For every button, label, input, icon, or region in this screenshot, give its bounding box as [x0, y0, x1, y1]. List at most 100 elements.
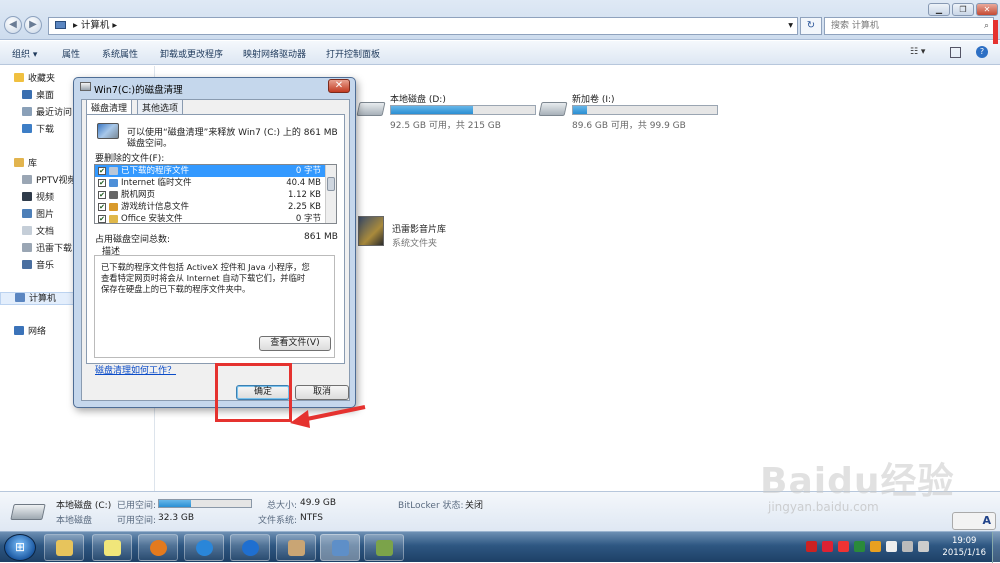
- program-files-icon: [109, 167, 118, 175]
- help-link[interactable]: 磁盘清理如何工作？: [95, 363, 176, 376]
- taskbar-app-orange[interactable]: [138, 534, 178, 561]
- search-input[interactable]: 搜索 计算机 ⌕: [824, 17, 994, 35]
- hard-drive-icon: [10, 504, 46, 520]
- hard-drive-icon: [538, 102, 568, 116]
- search-placeholder: 搜索 计算机: [831, 21, 879, 31]
- tray-icon[interactable]: [886, 541, 897, 552]
- list-item[interactable]: ✔ 脱机网页 1.12 KB: [95, 189, 325, 201]
- view-files-button[interactable]: 查看文件(V): [259, 336, 331, 351]
- drive-d[interactable]: 本地磁盘 (D:) 92.5 GB 可用，共 215 GB: [356, 92, 548, 132]
- properties-button[interactable]: 属性: [62, 47, 80, 60]
- internet-files-icon: [109, 179, 118, 187]
- description-box: 已下载的程序文件包括 ActiveX 控件和 Java 小程序，您 查看特定网页…: [94, 255, 335, 358]
- checkbox[interactable]: ✔: [98, 203, 106, 211]
- organize-menu[interactable]: 组织 ▾: [12, 47, 37, 60]
- list-item[interactable]: ✔ Office 安装文件 0 字节: [95, 213, 325, 223]
- breadcrumb-chevron-icon[interactable]: ▸: [112, 20, 117, 31]
- bitlocker-value: 关闭: [465, 501, 484, 511]
- maximize-button[interactable]: ❐: [952, 3, 974, 16]
- uninstall-program-button[interactable]: 卸载或更改程序: [160, 47, 223, 60]
- dialog-close-button[interactable]: ✕: [328, 79, 350, 93]
- help-icon[interactable]: ?: [976, 46, 988, 58]
- address-dropdown-icon[interactable]: ▾: [788, 18, 793, 34]
- checkbox[interactable]: ✔: [98, 167, 106, 175]
- tray-icon[interactable]: [838, 541, 849, 552]
- red-marker: [993, 20, 998, 44]
- view-options-icon[interactable]: ☷ ▾: [910, 47, 925, 57]
- nav-network[interactable]: 网络: [14, 326, 78, 339]
- refresh-button[interactable]: ↻: [800, 17, 822, 35]
- computer-icon: [55, 21, 66, 29]
- hard-drive-icon: [356, 102, 386, 116]
- clock[interactable]: 19:09 2015/1/16: [942, 535, 986, 559]
- drive-i[interactable]: 新加卷 (I:) 89.6 GB 可用，共 99.9 GB: [538, 92, 730, 132]
- network-tray-icon[interactable]: [902, 541, 913, 552]
- taskbar-books[interactable]: [364, 534, 404, 561]
- monitor-icon: [332, 540, 349, 556]
- close-window-button[interactable]: ✕: [976, 3, 998, 16]
- checkbox[interactable]: ✔: [98, 191, 106, 199]
- free-space-label: 可用空间:: [117, 516, 157, 526]
- taskbar: ⊞ 19:09 2015/1/16: [0, 531, 1000, 563]
- desktop-icon: [22, 90, 32, 99]
- disk-cleanup-dialog: Win7(C:)的磁盘清理 ✕ 磁盘清理 其他选项 可以使用“磁盘清理”来释放 …: [73, 77, 356, 408]
- tab-disk-cleanup[interactable]: 磁盘清理: [86, 99, 133, 115]
- drive-d-name: 本地磁盘 (D:): [390, 95, 446, 105]
- list-scrollbar[interactable]: [325, 165, 336, 223]
- navigation-pane: 收藏夹 桌面 最近访问 下载 库 PPTV视频 视频 图片 文档 迅雷下载 音乐…: [0, 66, 78, 491]
- taskbar-baidu-du[interactable]: [184, 534, 224, 561]
- taskbar-explorer[interactable]: [44, 534, 84, 561]
- start-button[interactable]: ⊞: [4, 534, 36, 561]
- library-type: 系统文件夹: [392, 239, 438, 249]
- taskbar-sogou[interactable]: [230, 534, 270, 561]
- nav-computer[interactable]: 计算机: [0, 292, 78, 305]
- computer-icon: [15, 293, 25, 302]
- nav-libraries[interactable]: 库: [14, 158, 78, 171]
- list-item[interactable]: ✔ Internet 临时文件 40.4 MB: [95, 177, 325, 189]
- nav-favorites[interactable]: 收藏夹: [14, 73, 78, 86]
- tray-icon[interactable]: [870, 541, 881, 552]
- library-xunlei[interactable]: 迅雷影音片库 系统文件夹: [358, 216, 558, 252]
- map-network-drive-button[interactable]: 映射网络驱动器: [243, 47, 306, 60]
- network-icon: [14, 326, 24, 335]
- minimize-button[interactable]: ▁: [928, 3, 950, 16]
- list-item[interactable]: ✔ 游戏统计信息文件 2.25 KB: [95, 201, 325, 213]
- scrollbar-thumb[interactable]: [327, 177, 335, 191]
- movie-library-icon: [358, 216, 384, 246]
- system-properties-button[interactable]: 系统属性: [102, 47, 138, 60]
- drive-d-size: 92.5 GB 可用，共 215 GB: [390, 121, 501, 131]
- checkbox[interactable]: ✔: [98, 179, 106, 187]
- checkbox[interactable]: ✔: [98, 215, 106, 223]
- taskbar-computer[interactable]: [320, 534, 360, 561]
- address-field[interactable]: ▸ 计算机 ▸ ▾: [48, 17, 798, 35]
- breadcrumb-computer[interactable]: 计算机: [81, 20, 110, 31]
- tray-icon[interactable]: [806, 541, 817, 552]
- volume-tray-icon[interactable]: [918, 541, 929, 552]
- drive-d-usage-bar: [390, 105, 536, 115]
- annotation-arrow: [290, 405, 366, 428]
- file-system-value: NTFS: [300, 513, 323, 523]
- taskbar-app-handshake[interactable]: [276, 534, 316, 561]
- tray-icon[interactable]: [854, 541, 865, 552]
- forward-button[interactable]: ▶: [24, 16, 42, 34]
- drive-i-size: 89.6 GB 可用，共 99.9 GB: [572, 121, 686, 131]
- preview-pane-icon[interactable]: [950, 47, 961, 58]
- cleanup-broom-icon: [97, 123, 119, 139]
- tray-icon[interactable]: [822, 541, 833, 552]
- watermark-logo: Baidu经验: [760, 461, 955, 502]
- files-to-delete-list[interactable]: ✔ 已下载的程序文件 0 字节 ✔ Internet 临时文件 40.4 MB …: [94, 164, 337, 224]
- used-space-label: 已用空间:: [117, 501, 157, 511]
- list-item[interactable]: ✔ 已下载的程序文件 0 字节: [95, 165, 325, 177]
- intro-text-line2: 磁盘空间。: [127, 139, 173, 149]
- library-name: 迅雷影音片库: [392, 225, 447, 235]
- drive-i-usage-bar: [572, 105, 718, 115]
- back-button[interactable]: ◀: [4, 16, 22, 34]
- tab-other-options[interactable]: 其他选项: [137, 99, 184, 114]
- open-control-panel-button[interactable]: 打开控制面板: [326, 47, 380, 60]
- details-drive-name: 本地磁盘 (C:): [56, 501, 112, 511]
- language-bar[interactable]: A: [952, 512, 996, 530]
- books-icon: [376, 540, 393, 556]
- show-desktop-button[interactable]: [992, 532, 1000, 563]
- dialog-title: Win7(C:)的磁盘清理: [94, 85, 183, 96]
- taskbar-notes[interactable]: [92, 534, 132, 561]
